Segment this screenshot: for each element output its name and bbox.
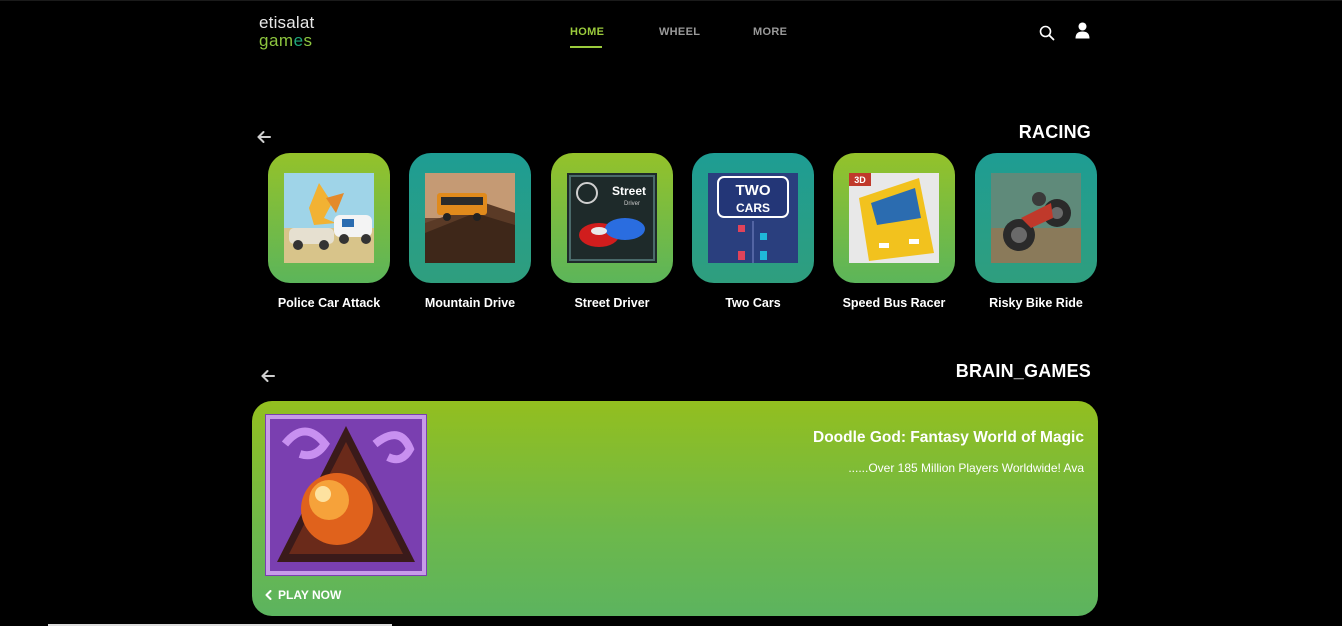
featured-game-banner[interactable]: Doodle God: Fantasy World of Magic .....… bbox=[252, 401, 1098, 616]
game-name: Mountain Drive bbox=[424, 296, 516, 310]
racing-games-carousel: Police Car Attack Mountain Drive Street … bbox=[268, 153, 1098, 323]
nav-home[interactable]: HOME bbox=[570, 26, 604, 38]
featured-game-description: ......Over 185 Million Players Worldwide… bbox=[848, 461, 1084, 475]
nav-more[interactable]: MORE bbox=[753, 26, 787, 38]
chevron-left-icon bbox=[265, 590, 272, 600]
main-nav: HOME WHEEL MORE bbox=[0, 26, 1342, 50]
tile-background bbox=[268, 153, 390, 283]
game-thumbnail bbox=[991, 173, 1081, 263]
featured-game-title: Doodle God: Fantasy World of Magic bbox=[813, 429, 1084, 446]
game-thumbnail: TWO CARS bbox=[708, 173, 798, 263]
svg-text:TWO: TWO bbox=[736, 182, 771, 199]
game-thumbnail bbox=[425, 173, 515, 263]
svg-text:Street: Street bbox=[612, 184, 646, 198]
game-thumbnail bbox=[284, 173, 374, 263]
game-tile-two-cars[interactable]: TWO CARS Two Cars bbox=[692, 153, 814, 310]
nav-active-underline bbox=[570, 46, 602, 48]
play-now-button[interactable]: PLAY NOW bbox=[265, 588, 341, 602]
game-tile-street-driver[interactable]: Street Driver Street Driver bbox=[551, 153, 673, 310]
game-name: Police Car Attack bbox=[277, 296, 381, 310]
racing-back-arrow-icon[interactable] bbox=[256, 129, 272, 145]
play-now-label: PLAY NOW bbox=[278, 588, 342, 602]
section-title-racing: RACING bbox=[1018, 122, 1091, 142]
game-name: Speed Bus Racer bbox=[842, 296, 946, 310]
tile-background bbox=[409, 153, 531, 283]
game-name: Street Driver bbox=[574, 296, 650, 310]
tile-background bbox=[975, 153, 1097, 283]
game-name: Risky Bike Ride bbox=[989, 296, 1083, 310]
game-name: Two Cars bbox=[725, 296, 781, 310]
game-tile-risky-bike-ride[interactable]: Risky Bike Ride bbox=[975, 153, 1097, 310]
game-tile-mountain-drive[interactable]: Mountain Drive bbox=[409, 153, 531, 310]
svg-text:3D: 3D bbox=[854, 175, 866, 185]
game-tile-police-car-attack[interactable]: Police Car Attack bbox=[268, 153, 390, 310]
brain-games-back-arrow-icon[interactable] bbox=[260, 368, 276, 384]
search-icon[interactable] bbox=[1039, 25, 1055, 41]
game-tile-speed-bus-racer[interactable]: 3D Speed Bus Racer bbox=[833, 153, 955, 310]
tile-background: 3D bbox=[833, 153, 955, 283]
section-title-brain-games: BRAIN_GAMES bbox=[955, 361, 1091, 381]
nav-wheel[interactable]: WHEEL bbox=[659, 26, 700, 38]
tile-background: Street Driver bbox=[551, 153, 673, 283]
top-border bbox=[0, 0, 1342, 1]
svg-text:Driver: Driver bbox=[624, 201, 640, 207]
featured-game-thumbnail bbox=[265, 414, 427, 576]
game-thumbnail: Street Driver bbox=[567, 173, 657, 263]
svg-text:CARS: CARS bbox=[736, 201, 770, 215]
game-thumbnail: 3D bbox=[849, 173, 939, 263]
user-icon[interactable] bbox=[1075, 22, 1090, 39]
tile-background: TWO CARS bbox=[692, 153, 814, 283]
